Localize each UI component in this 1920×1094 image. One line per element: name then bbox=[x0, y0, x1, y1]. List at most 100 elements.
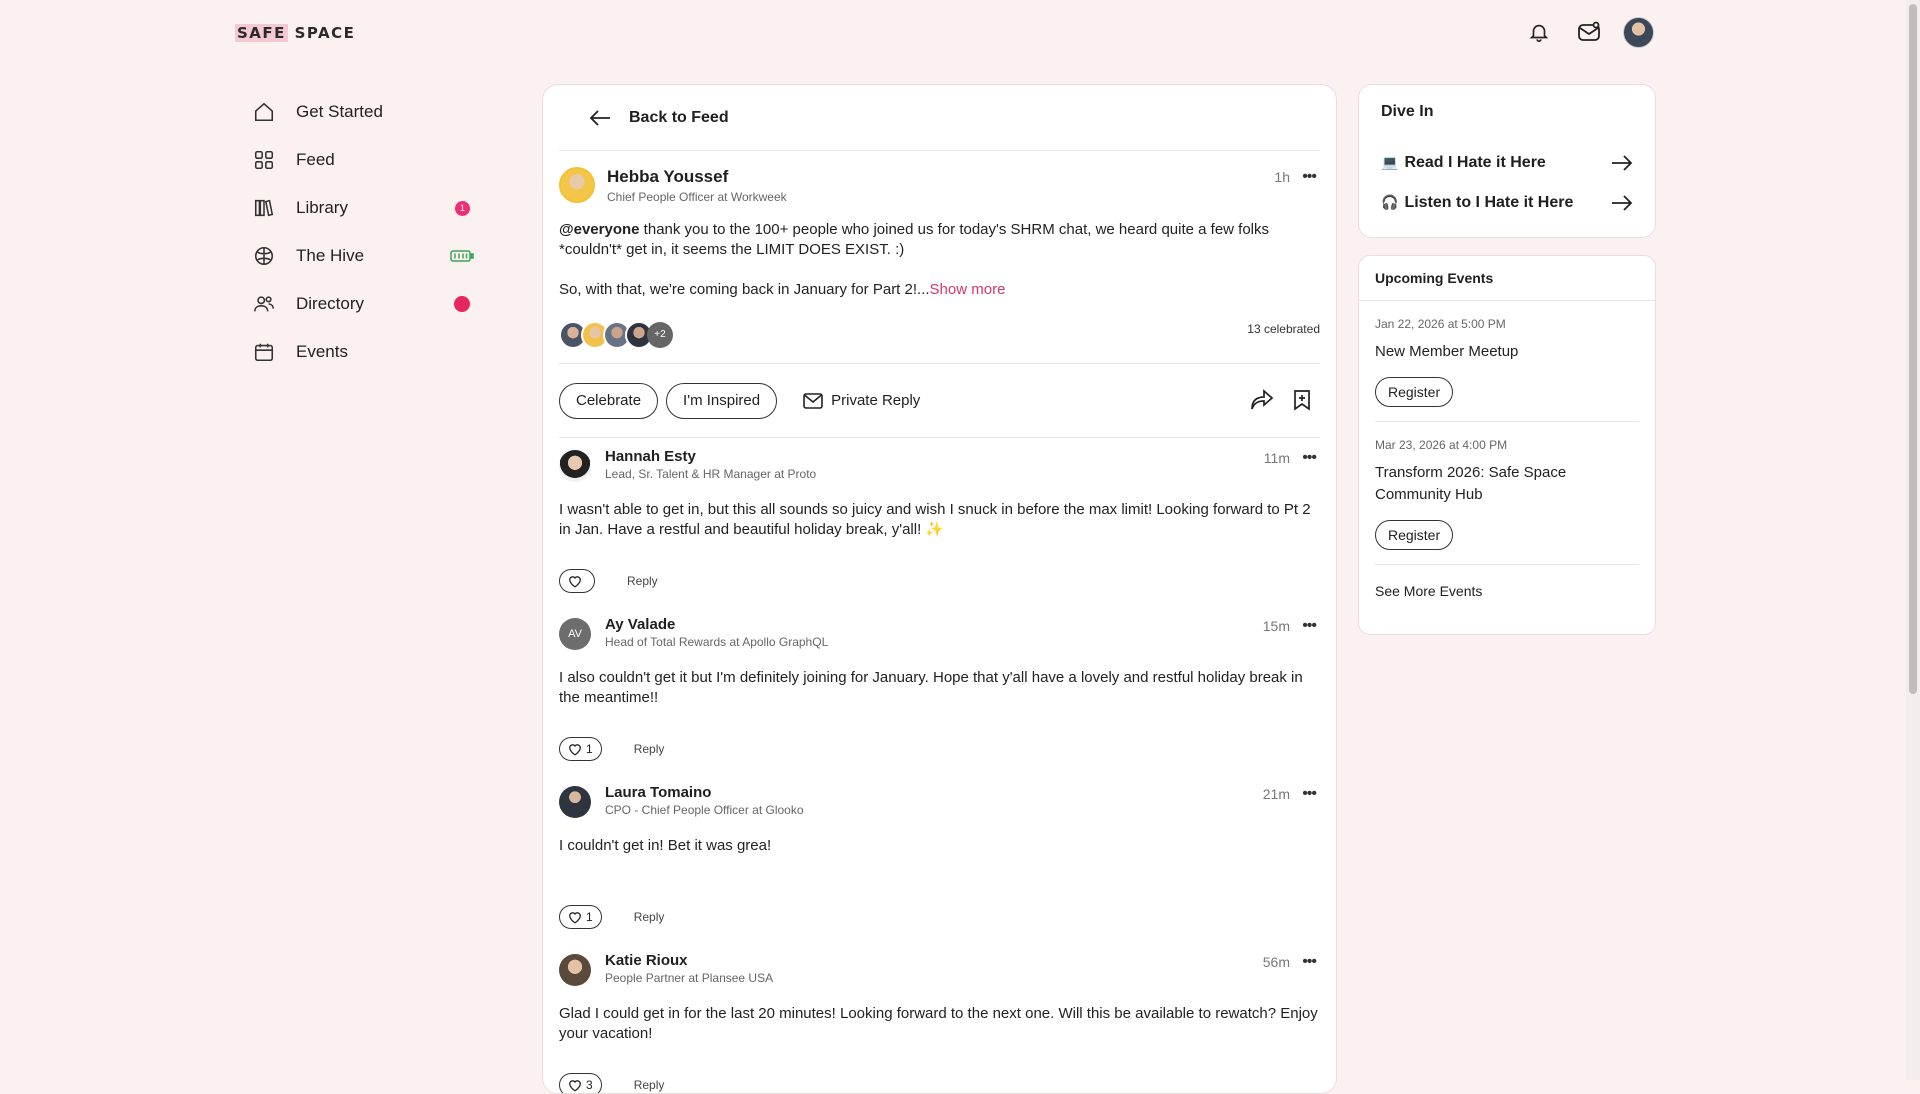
post: Hebba Youssef Chief People Officer at Wo… bbox=[543, 151, 1336, 438]
logo-highlight: SAFE bbox=[235, 24, 288, 42]
commenter-avatar[interactable] bbox=[559, 450, 591, 482]
comment-header: Hannah Esty Lead, Sr. Talent & HR Manage… bbox=[559, 438, 1320, 482]
comment-body: I also couldn't get it but I'm definitel… bbox=[559, 669, 1303, 706]
sidebar-item-label: Events bbox=[296, 342, 348, 361]
event-item: Mar 23, 2026 at 4:00 PM Transform 2026: … bbox=[1375, 422, 1639, 565]
mention[interactable]: @everyone bbox=[559, 221, 640, 238]
author-title: Chief People Officer at Workweek bbox=[607, 190, 787, 204]
notification-dot bbox=[454, 296, 470, 312]
header-actions bbox=[1523, 16, 1654, 48]
event-name[interactable]: Transform 2026: Safe Space Community Hub bbox=[1375, 462, 1639, 506]
arrow-right-icon bbox=[1611, 154, 1633, 172]
like-button[interactable]: 1 bbox=[559, 737, 602, 761]
laptop-icon: 💻 bbox=[1381, 154, 1399, 170]
post-body: @everyone thank you to the 100+ people w… bbox=[559, 220, 1320, 300]
more-options-icon[interactable]: ••• bbox=[1302, 785, 1317, 803]
commenter-name[interactable]: Laura Tomaino bbox=[605, 784, 804, 801]
commenter-title: Head of Total Rewards at Apollo GraphQL bbox=[605, 635, 829, 649]
private-reply-button[interactable]: Private Reply bbox=[803, 392, 920, 409]
reactors-more-count: +2 bbox=[647, 321, 673, 348]
post-detail-card: Back to Feed Hebba Youssef Chief People … bbox=[542, 84, 1337, 1094]
comment-footer: 3 Reply bbox=[559, 1060, 1320, 1093]
commenter-title: CPO - Chief People Officer at Glooko bbox=[605, 803, 804, 817]
comment: AV Ay Valade Head of Total Rewards at Ap… bbox=[543, 606, 1336, 774]
page-scrollbar[interactable] bbox=[1906, 0, 1920, 1080]
read-link[interactable]: 💻 Read I Hate it Here bbox=[1381, 143, 1633, 183]
grid-icon bbox=[250, 146, 278, 174]
heart-icon bbox=[568, 743, 582, 756]
post-text-1: thank you to the 100+ people who joined … bbox=[559, 221, 1270, 258]
comment-time: 11m bbox=[1263, 450, 1290, 466]
sidebar-item-get-started[interactable]: Get Started bbox=[250, 88, 480, 136]
reply-button[interactable]: Reply bbox=[634, 910, 665, 924]
envelope-icon bbox=[803, 392, 831, 409]
sidebar-item-label: The Hive bbox=[296, 246, 365, 265]
sidebar-nav: Get Started Feed Library 1 The Hive Dire… bbox=[250, 88, 480, 376]
reactors-row[interactable]: +2 13 celebrated bbox=[559, 314, 1320, 364]
author-avatar[interactable] bbox=[559, 167, 595, 203]
like-button[interactable]: 3 bbox=[559, 1073, 602, 1093]
sidebar-item-library[interactable]: Library 1 bbox=[250, 184, 480, 232]
comment-time: 21m bbox=[1262, 786, 1290, 802]
commenter-name[interactable]: Ay Valade bbox=[605, 616, 828, 633]
like-button[interactable]: 1 bbox=[559, 905, 602, 929]
celebrated-count[interactable]: 13 celebrated bbox=[1247, 322, 1320, 336]
battery-icon bbox=[450, 249, 474, 263]
like-button[interactable] bbox=[559, 569, 595, 593]
post-actions: Celebrate I'm Inspired Private Reply bbox=[559, 364, 1320, 438]
author-name[interactable]: Hebba Youssef bbox=[607, 167, 787, 187]
reply-button[interactable]: Reply bbox=[634, 1078, 665, 1092]
sidebar-item-events[interactable]: Events bbox=[250, 328, 480, 376]
comment-header: Katie Rioux People Partner at Plansee US… bbox=[559, 942, 1320, 986]
commenter-name[interactable]: Hannah Esty bbox=[605, 448, 816, 465]
register-button[interactable]: Register bbox=[1375, 520, 1454, 550]
commenter-avatar[interactable] bbox=[559, 786, 591, 818]
commenter-name[interactable]: Katie Rioux bbox=[605, 952, 773, 969]
celebrate-button[interactable]: Celebrate bbox=[559, 382, 659, 419]
commenter-avatar[interactable]: AV bbox=[559, 618, 591, 650]
reply-button[interactable]: Reply bbox=[634, 742, 665, 756]
people-icon bbox=[250, 290, 278, 318]
listen-link[interactable]: 🎧 Listen to I Hate it Here bbox=[1381, 183, 1633, 223]
read-link-label: Read I Hate it Here bbox=[1404, 154, 1546, 171]
comment-body: Glad I could get in for the last 20 minu… bbox=[559, 1005, 1318, 1042]
mail-icon[interactable] bbox=[1573, 16, 1605, 48]
bookmark-add-icon[interactable] bbox=[1292, 389, 1312, 411]
register-button[interactable]: Register bbox=[1375, 377, 1454, 407]
heart-icon bbox=[568, 575, 582, 588]
comment-body: I couldn't get in! Bet it was grea! bbox=[559, 837, 772, 854]
see-more-events-link[interactable]: See More Events bbox=[1375, 583, 1639, 599]
logo-text: SPACE bbox=[287, 24, 356, 42]
reply-button[interactable]: Reply bbox=[627, 574, 658, 588]
back-to-feed-button[interactable]: Back to Feed bbox=[559, 85, 1320, 151]
bell-icon[interactable] bbox=[1523, 16, 1555, 48]
scroll-thumb[interactable] bbox=[1909, 4, 1917, 694]
logo[interactable]: SAFE SPACE bbox=[235, 24, 355, 42]
sidebar-item-directory[interactable]: Directory bbox=[250, 280, 480, 328]
event-name[interactable]: New Member Meetup bbox=[1375, 341, 1639, 363]
library-badge: 1 bbox=[455, 201, 470, 216]
like-count: 3 bbox=[586, 1078, 593, 1092]
more-options-icon[interactable]: ••• bbox=[1302, 168, 1317, 186]
event-item: Jan 22, 2026 at 5:00 PM New Member Meetu… bbox=[1375, 301, 1639, 422]
inspired-button[interactable]: I'm Inspired bbox=[666, 382, 778, 419]
commenter-title: People Partner at Plansee USA bbox=[605, 971, 774, 985]
private-reply-label: Private Reply bbox=[831, 392, 921, 409]
more-options-icon[interactable]: ••• bbox=[1302, 617, 1317, 635]
comment-time: 15m bbox=[1262, 618, 1290, 634]
sidebar-item-label: Get Started bbox=[296, 102, 383, 121]
hive-icon bbox=[250, 242, 278, 270]
more-options-icon[interactable]: ••• bbox=[1302, 449, 1317, 467]
commenter-avatar[interactable] bbox=[559, 954, 591, 986]
comment-time: 56m bbox=[1262, 954, 1290, 970]
back-label: Back to Feed bbox=[629, 108, 729, 126]
comment-footer: 1 Reply bbox=[559, 724, 1320, 774]
sidebar-item-the-hive[interactable]: The Hive bbox=[250, 232, 480, 280]
sidebar-item-feed[interactable]: Feed bbox=[250, 136, 480, 184]
user-avatar[interactable] bbox=[1623, 16, 1654, 48]
upcoming-events-card: Upcoming Events Jan 22, 2026 at 5:00 PM … bbox=[1358, 255, 1656, 635]
show-more-link[interactable]: Show more bbox=[930, 281, 1006, 298]
more-options-icon[interactable]: ••• bbox=[1302, 953, 1317, 971]
post-time: 1h bbox=[1274, 169, 1290, 185]
share-icon[interactable] bbox=[1250, 389, 1274, 411]
